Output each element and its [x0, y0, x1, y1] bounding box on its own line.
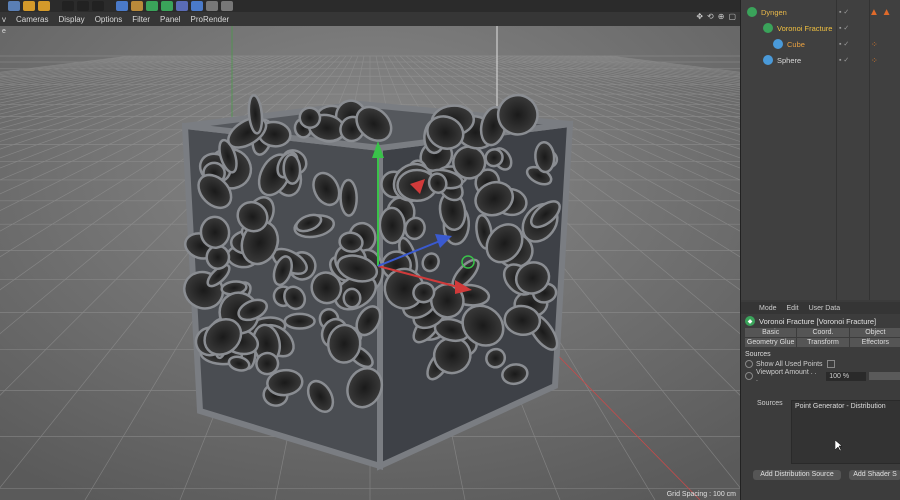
tab-basic[interactable]: Basic [745, 328, 797, 337]
move-icon[interactable] [8, 1, 20, 11]
radio-icon [745, 360, 753, 368]
object-row-dyngen[interactable]: Dyngen ▪ ✓ ▲ ▲ [741, 4, 900, 20]
voronoi-cell [342, 287, 362, 309]
attribute-menu-edit[interactable]: Edit [787, 305, 799, 312]
viewport-menu-v[interactable]: v [2, 15, 6, 24]
tab-coord-[interactable]: Coord. [797, 328, 849, 337]
voronoi-cell [326, 323, 362, 364]
voronoi-cell [282, 153, 302, 185]
add-distribution-source-button[interactable]: Add Distribution Source [753, 470, 841, 480]
zoom-view-icon[interactable]: ⟲ [707, 12, 714, 21]
cloner-icon[interactable] [161, 1, 173, 11]
viewport-amount-field[interactable]: 100 % [826, 371, 867, 381]
visibility-check-icon[interactable]: ▪ ✓ [839, 40, 849, 48]
show-all-used-points-checkbox[interactable] [826, 360, 835, 368]
tab-geometry-glue[interactable]: Geometry Glue [745, 338, 797, 347]
sources-list[interactable]: Point Generator - Distribution [791, 400, 900, 464]
pen-icon[interactable] [131, 1, 143, 11]
viewport-menu-prorender[interactable]: ProRender [191, 15, 230, 24]
object-name-label: Dyngen [761, 7, 787, 17]
viewport-label: e [2, 28, 6, 35]
visibility-check-icon[interactable]: ▪ ✓ [839, 8, 849, 16]
move-view-icon[interactable]: ✥ [696, 12, 703, 21]
viewport-nav-icons: ✥ ⟲ ⊕ ▢ [696, 12, 736, 21]
show-all-used-points-label: Show All Used Points [756, 360, 823, 368]
viewport-amount-slider[interactable] [869, 372, 900, 380]
voronoi-icon: ◆ [745, 316, 755, 326]
mouse-cursor-icon [835, 440, 843, 452]
3d-viewport[interactable]: e Grid Spacing : 100 cm [0, 26, 740, 500]
object-row-voronoi-fracture[interactable]: Voronoi Fracture ▪ ✓ [741, 20, 900, 36]
viewport-amount-row: Viewport Amount . . . 100 % [741, 369, 900, 383]
voronoi-cell [339, 178, 358, 217]
visibility-check-icon[interactable]: ▪ ✓ [839, 24, 849, 32]
object-type-title: Voronoi Fracture [Voronoi Fracture] [759, 316, 877, 326]
sphere-icon [763, 55, 773, 65]
maximize-view-icon[interactable]: ▢ [728, 12, 736, 21]
sources-section-header: Sources [745, 351, 771, 358]
film-icon[interactable] [92, 1, 104, 11]
object-row-cube[interactable]: Cube ▪ ✓ ⁘ [741, 36, 900, 52]
deformer-icon[interactable] [176, 1, 188, 11]
film-icon[interactable] [77, 1, 89, 11]
voronoi-cell [283, 312, 316, 330]
film-icon[interactable] [62, 1, 74, 11]
viewport-menu-display[interactable]: Display [58, 15, 84, 24]
cube-icon[interactable] [116, 1, 128, 11]
scale-icon[interactable] [23, 1, 35, 11]
camera-icon[interactable] [206, 1, 218, 11]
sources-label: Sources [757, 400, 783, 407]
attribute-menu-user-data[interactable]: User Data [809, 305, 841, 312]
viewport-scene [0, 26, 740, 500]
material-tag-icon[interactable]: ⁘ [871, 56, 878, 65]
rotate-view-icon[interactable]: ⊕ [718, 12, 725, 21]
tag-warning-icon[interactable]: ▲ ▲ [869, 7, 892, 18]
object-name-label: Sphere [777, 55, 802, 65]
attribute-menu-mode[interactable]: Mode [759, 305, 777, 312]
visibility-check-icon[interactable]: ▪ ✓ [839, 56, 849, 64]
voronoi-icon [763, 23, 773, 33]
right-panel: Dyngen ▪ ✓ ▲ ▲ Voronoi Fracture ▪ ✓ Cube ▪ ✓ ⁘ S… [740, 0, 900, 500]
viewport-menu-cameras[interactable]: Cameras [16, 15, 48, 24]
object-row-sphere[interactable]: Sphere ▪ ✓ ⁘ [741, 52, 900, 68]
rotate-icon[interactable] [38, 1, 50, 11]
grid-spacing-label: Grid Spacing : 100 cm [666, 491, 736, 498]
viewport-amount-label: Viewport Amount . . . [755, 369, 817, 383]
viewport-menu-options[interactable]: Options [95, 15, 123, 24]
radio-icon [745, 372, 753, 380]
light-icon[interactable] [221, 1, 233, 11]
main-toolbar [0, 0, 740, 12]
tab-effectors[interactable]: Effectors [849, 338, 900, 347]
subdivision-icon[interactable] [146, 1, 158, 11]
voronoi-cell [378, 206, 406, 245]
sources-list-item[interactable]: Point Generator - Distribution [792, 401, 900, 412]
add-shader-source-button[interactable]: Add Shader S [849, 470, 900, 480]
viewport-menu-filter[interactable]: Filter [132, 15, 150, 24]
cloner-icon [747, 7, 757, 17]
cube-icon [773, 39, 783, 49]
viewport-menu-panel[interactable]: Panel [160, 15, 180, 24]
viewport-menubar: v Cameras Display Options Filter Panel ProRend… [0, 12, 740, 26]
attribute-menu: Mode Edit User Data [741, 302, 900, 314]
object-manager: Dyngen ▪ ✓ ▲ ▲ Voronoi Fracture ▪ ✓ Cube ▪ ✓ ⁘ S… [741, 0, 900, 300]
voronoi-cube[interactable] [178, 88, 574, 471]
tab-transform[interactable]: Transform [797, 338, 849, 347]
attribute-manager: Mode Edit User Data ◆ Voronoi Fracture [Vo… [741, 302, 900, 500]
attribute-tabs: Basic Coord. Object Geometry Glue Transform E… [741, 328, 900, 347]
voronoi-cell [534, 140, 556, 174]
object-name-label: Cube [787, 39, 805, 49]
object-name-label: Voronoi Fracture [777, 23, 833, 33]
scene-icon[interactable] [191, 1, 203, 11]
tab-object[interactable]: Object [849, 328, 900, 337]
material-tag-icon[interactable]: ⁘ [871, 40, 878, 49]
attribute-title: ◆ Voronoi Fracture [Voronoi Fracture] [741, 314, 900, 328]
